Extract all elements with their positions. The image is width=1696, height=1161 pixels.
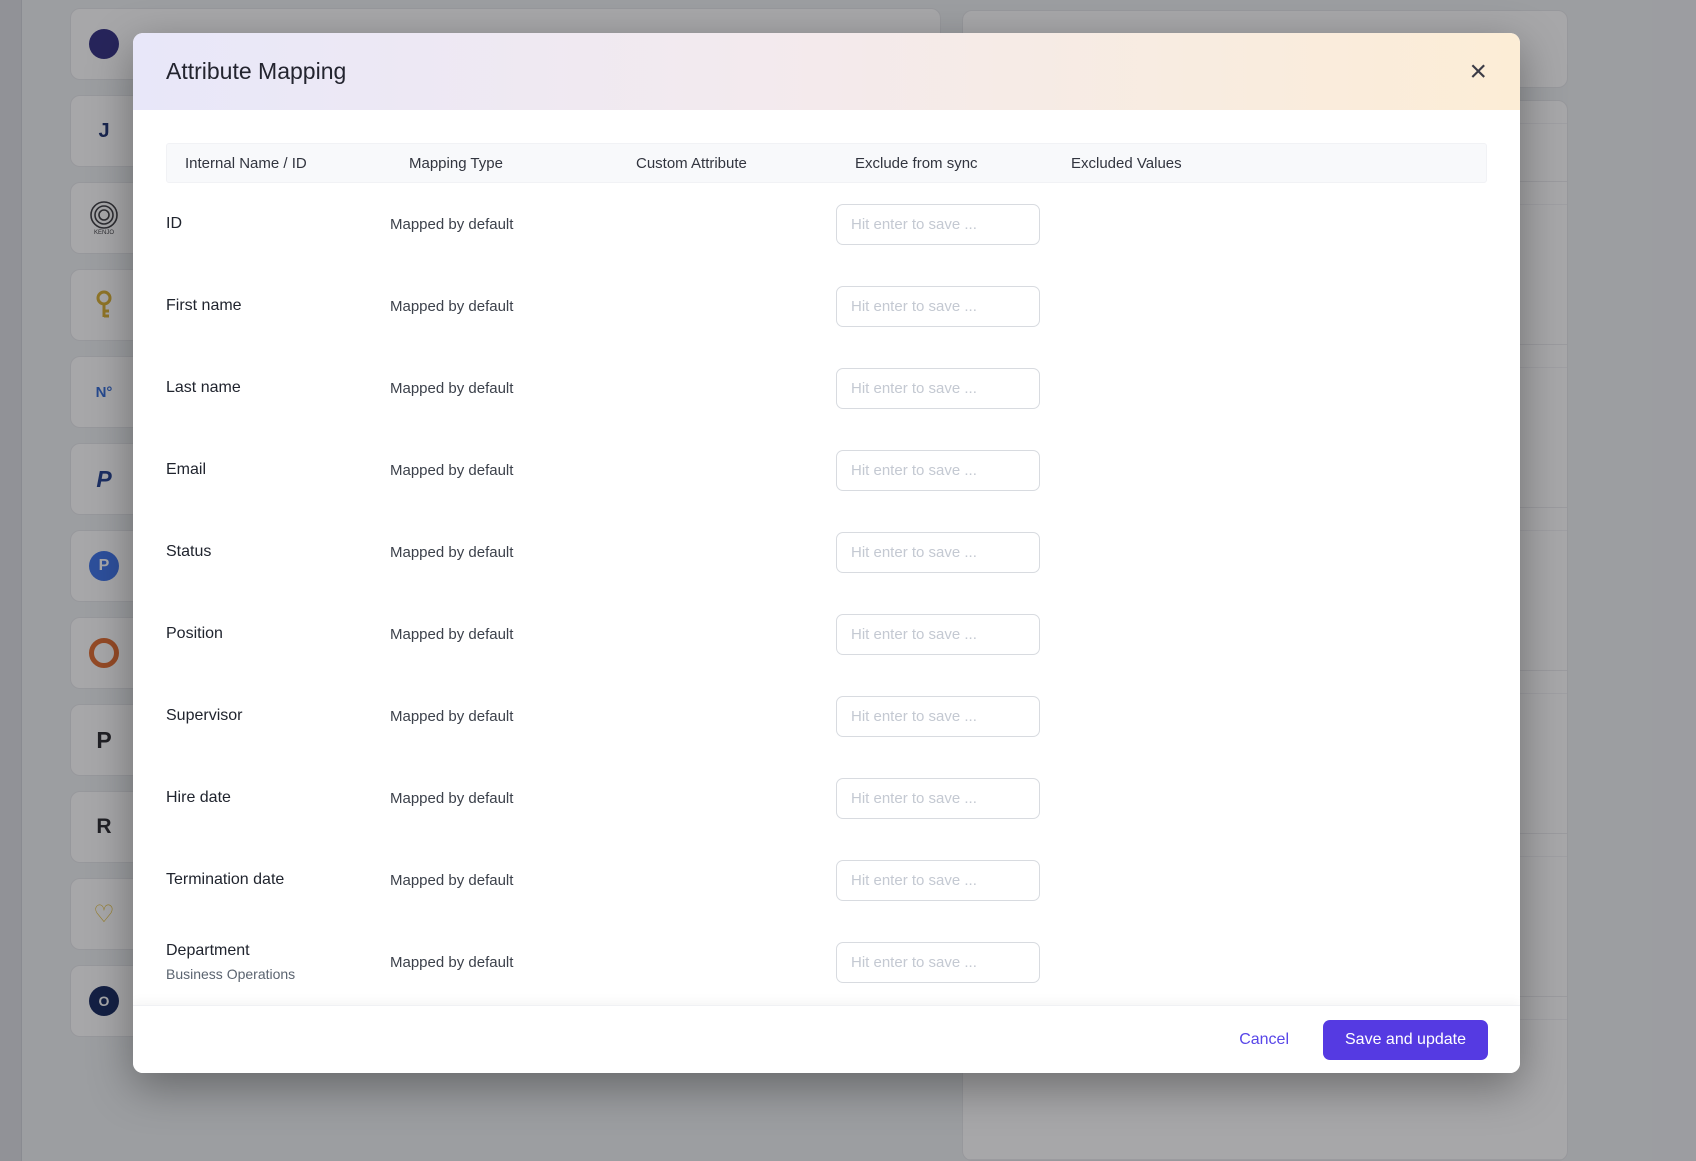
table-row: Department Business Operations Mapped by…: [166, 921, 1487, 1003]
attribute-name: First name: [166, 297, 242, 314]
mapping-type: Mapped by default: [390, 379, 514, 397]
table-row: Last name Mapped by default: [166, 347, 1487, 429]
mapping-type: Mapped by default: [390, 871, 514, 889]
mapping-type: Mapped by default: [390, 297, 514, 315]
exclude-from-sync-input[interactable]: [836, 449, 1040, 491]
dialog-footer: Cancel Save and update: [133, 1005, 1520, 1073]
column-excluded-values: Excluded Values: [1071, 154, 1182, 172]
table-header: Internal Name / ID Mapping Type Custom A…: [166, 143, 1487, 183]
exclude-from-sync-input[interactable]: [836, 941, 1040, 983]
column-exclude-from-sync: Exclude from sync: [855, 154, 978, 172]
table-row: Position Mapped by default: [166, 593, 1487, 675]
dialog-header: Attribute Mapping ×: [133, 33, 1520, 110]
mapping-type: Mapped by default: [390, 543, 514, 561]
attribute-mapping-dialog: Attribute Mapping × Internal Name / ID M…: [133, 33, 1520, 1073]
table-row: Supervisor Mapped by default: [166, 675, 1487, 757]
attribute-rows: ID Mapped by default First name Mapped b…: [166, 183, 1487, 1003]
attribute-name: Department: [166, 942, 250, 959]
cancel-button[interactable]: Cancel: [1239, 1031, 1289, 1049]
table-row: Termination date Mapped by default: [166, 839, 1487, 921]
save-and-update-button[interactable]: Save and update: [1323, 1019, 1488, 1060]
exclude-from-sync-input[interactable]: [836, 859, 1040, 901]
dialog-body: Internal Name / ID Mapping Type Custom A…: [133, 110, 1520, 1005]
dialog-title: Attribute Mapping: [166, 58, 347, 84]
column-custom-attribute: Custom Attribute: [636, 154, 747, 172]
mapping-type: Mapped by default: [390, 461, 514, 479]
exclude-from-sync-input[interactable]: [836, 777, 1040, 819]
table-row: Email Mapped by default: [166, 429, 1487, 511]
table-row: Status Mapped by default: [166, 511, 1487, 593]
column-internal-name: Internal Name / ID: [185, 154, 307, 172]
exclude-from-sync-input[interactable]: [836, 285, 1040, 327]
exclude-from-sync-input[interactable]: [836, 203, 1040, 245]
mapping-type: Mapped by default: [390, 953, 514, 971]
table-row: First name Mapped by default: [166, 265, 1487, 347]
exclude-from-sync-input[interactable]: [836, 613, 1040, 655]
column-mapping-type: Mapping Type: [409, 154, 503, 172]
attribute-name: ID: [166, 215, 182, 232]
exclude-from-sync-input[interactable]: [836, 367, 1040, 409]
exclude-from-sync-input[interactable]: [836, 695, 1040, 737]
attribute-name: Supervisor: [166, 707, 243, 724]
attribute-name: Email: [166, 461, 207, 478]
attribute-name: Status: [166, 543, 212, 560]
mapping-type: Mapped by default: [390, 625, 514, 643]
attribute-name: Hire date: [166, 789, 231, 806]
mapping-type: Mapped by default: [390, 789, 514, 807]
mapping-type: Mapped by default: [390, 215, 514, 233]
attribute-subtitle: Business Operations: [166, 966, 296, 982]
exclude-from-sync-input[interactable]: [836, 531, 1040, 573]
table-row: Hire date Mapped by default: [166, 757, 1487, 839]
table-row: ID Mapped by default: [166, 183, 1487, 265]
attribute-name: Termination date: [166, 871, 285, 888]
mapping-type: Mapped by default: [390, 707, 514, 725]
close-icon[interactable]: ×: [1469, 56, 1487, 87]
attribute-name: Last name: [166, 379, 241, 396]
attribute-name: Position: [166, 625, 223, 642]
